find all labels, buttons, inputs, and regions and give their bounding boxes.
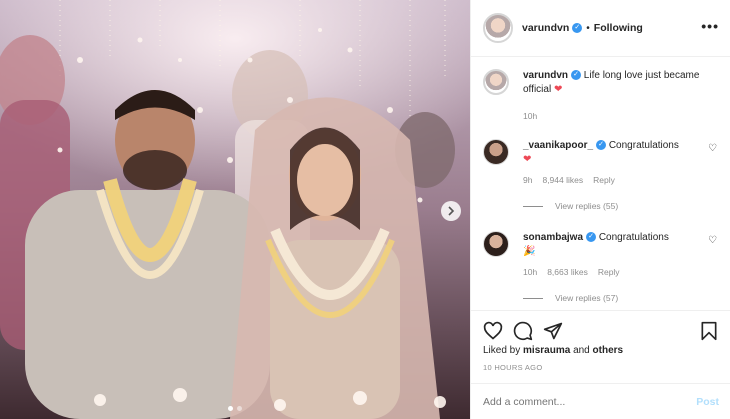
comment-meta: 10h 8,663 likes Reply [523, 267, 719, 277]
reply-button[interactable]: Reply [598, 267, 620, 277]
chevron-right-icon [448, 206, 455, 216]
comment-age: 10h [523, 267, 538, 277]
post-actions: Liked by misrauma and others 10 HOURS AG… [471, 310, 730, 380]
post-header: varundvn ✓ • Following ••• [471, 0, 730, 57]
comment-likes[interactable]: 8,944 likes [542, 175, 583, 185]
comment-text: Congratulations [598, 232, 669, 243]
bookmark-icon[interactable] [699, 321, 719, 341]
more-options-icon[interactable]: ••• [701, 19, 719, 33]
view-replies-label: View replies (55) [555, 201, 619, 211]
comment-like-heart-icon[interactable]: ♡ [708, 235, 717, 246]
replies-line [523, 205, 543, 207]
comment-age: 9h [523, 175, 533, 185]
heart-icon[interactable] [483, 321, 503, 341]
comment-body: sonambajwa ✓ Congratulations 🎉 [523, 231, 719, 259]
add-comment-input[interactable] [483, 395, 697, 408]
comment-text: Congratulations [608, 140, 679, 151]
author-username[interactable]: varundvn [522, 22, 569, 34]
caption-age: 10h [523, 111, 538, 121]
post-photo[interactable] [0, 0, 470, 419]
caption-avatar[interactable] [483, 69, 509, 95]
post-comment-button[interactable]: Post [696, 396, 719, 408]
action-buttons [483, 321, 719, 343]
caption: varundvn ✓ Life long love just became off… [483, 69, 719, 121]
heart-emoji: ❤ [553, 84, 563, 95]
comment-icon[interactable] [513, 321, 533, 341]
verified-badge-icon: ✓ [596, 140, 607, 151]
comment-item: _vaanikapoor_ ✓ Congratulations ❤ ♡ 9h 8,… [483, 139, 719, 211]
commenter-avatar[interactable] [483, 139, 509, 165]
verified-badge-icon: ✓ [571, 70, 582, 81]
post-sidebar: varundvn ✓ • Following ••• varundvn ✓ Lif… [470, 0, 730, 419]
post-timestamp: 10 HOURS AGO [483, 363, 543, 372]
separator-dot: • [586, 22, 590, 34]
caption-meta: 10h [523, 111, 719, 121]
liked-by: Liked by misrauma and others [483, 345, 623, 356]
share-icon[interactable] [543, 321, 563, 341]
carousel-dot [237, 406, 242, 411]
carousel-indicator [0, 406, 470, 411]
commenter-avatar[interactable] [483, 231, 509, 257]
comment-likes[interactable]: 8,663 likes [547, 267, 588, 277]
carousel-dot-active [228, 406, 233, 411]
caption-body: varundvn ✓ Life long love just became off… [523, 69, 719, 97]
reply-button[interactable]: Reply [593, 175, 615, 185]
replies-line [523, 297, 543, 299]
instagram-post: varundvn ✓ • Following ••• varundvn ✓ Lif… [0, 0, 730, 419]
wedding-photo-image [0, 0, 470, 419]
liked-by-others[interactable]: others [593, 345, 624, 356]
comments-list[interactable]: varundvn ✓ Life long love just became off… [471, 57, 730, 310]
comment-item: sonambajwa ✓ Congratulations 🎉 ♡ 10h 8,66… [483, 231, 719, 303]
comment-meta: 9h 8,944 likes Reply [523, 175, 719, 185]
verified-badge-icon: ✓ [572, 23, 583, 33]
comment-composer: Post [471, 383, 730, 419]
liked-by-user[interactable]: misrauma [523, 345, 570, 356]
comment-username[interactable]: sonambajwa [523, 232, 583, 243]
view-replies-link[interactable]: View replies (55) [523, 201, 719, 211]
carousel-next-button[interactable] [441, 201, 461, 221]
caption-username[interactable]: varundvn [523, 70, 568, 81]
heart-emoji: ❤ [523, 154, 532, 165]
party-popper-emoji: 🎉 [523, 246, 536, 257]
liked-by-conj: and [573, 345, 590, 356]
view-replies-link[interactable]: View replies (57) [523, 293, 719, 303]
following-button[interactable]: Following [594, 22, 643, 34]
author-avatar[interactable] [483, 13, 513, 43]
liked-by-prefix: Liked by [483, 345, 521, 356]
view-replies-label: View replies (57) [555, 293, 619, 303]
comment-like-heart-icon[interactable]: ♡ [708, 143, 717, 154]
verified-badge-icon: ✓ [586, 232, 597, 243]
comment-body: _vaanikapoor_ ✓ Congratulations ❤ [523, 139, 719, 167]
comment-username[interactable]: _vaanikapoor_ [523, 140, 593, 151]
